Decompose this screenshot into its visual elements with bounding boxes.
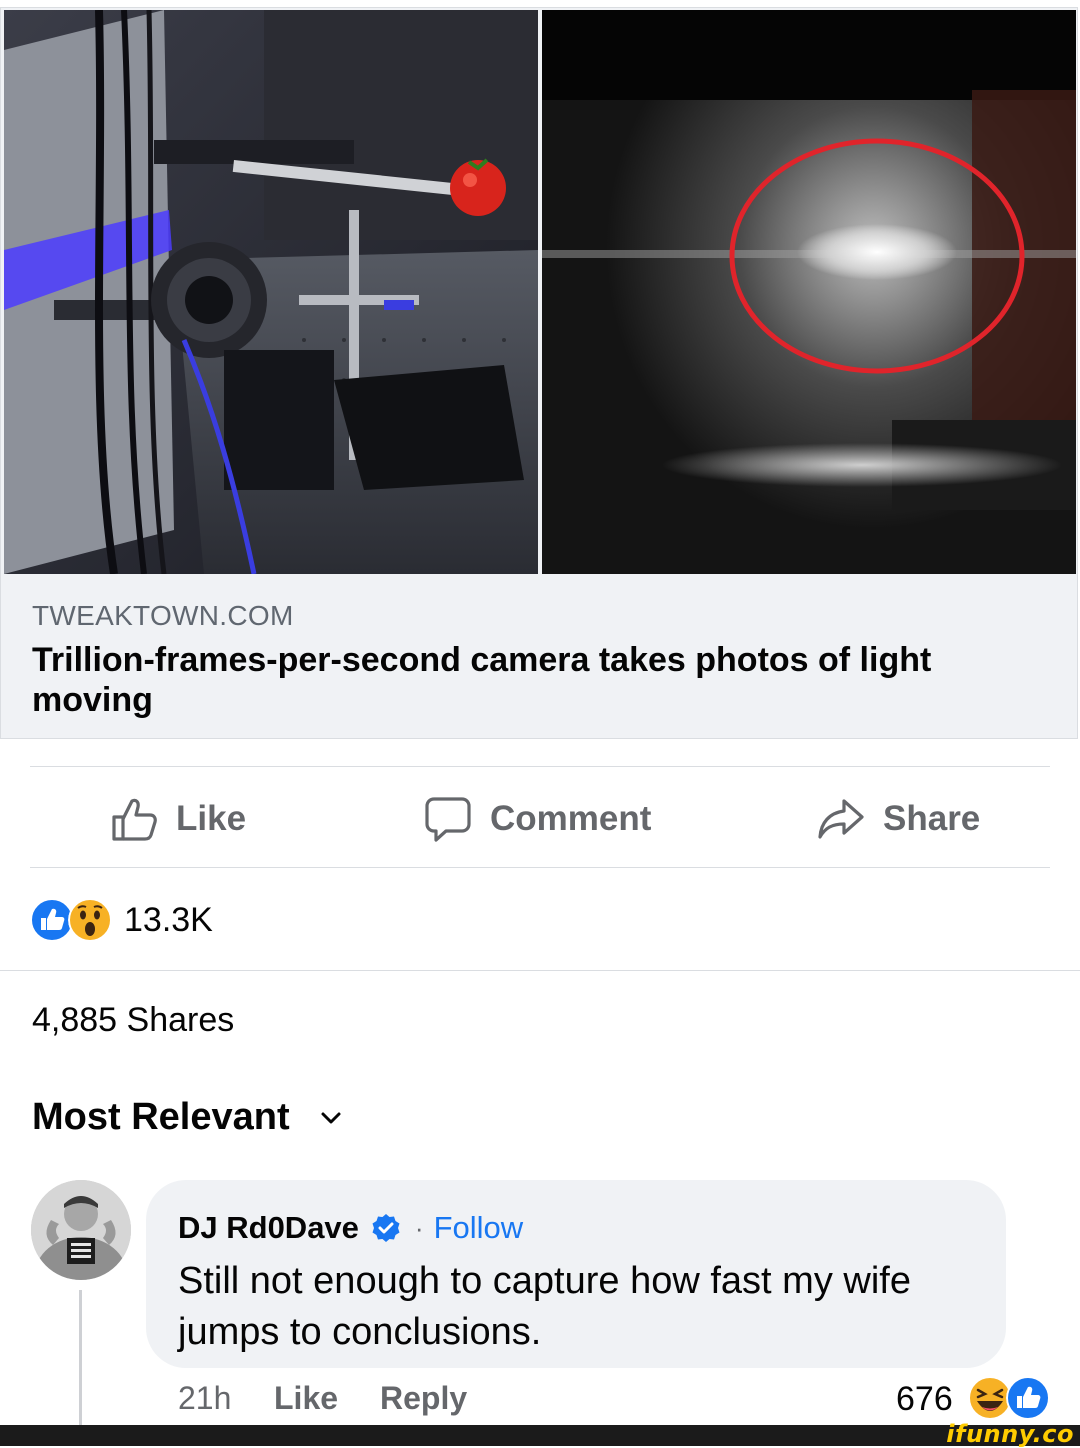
preview-meta: TWEAKTOWN.COM Trillion-frames-per-second…: [1, 574, 1077, 738]
comment-timestamp[interactable]: 21h: [178, 1380, 231, 1417]
share-count[interactable]: 4,885 Shares: [32, 1001, 234, 1040]
link-preview-card[interactable]: TWEAKTOWN.COM Trillion-frames-per-second…: [0, 7, 1078, 739]
watermark-bar: ifunny.co: [0, 1420, 1080, 1448]
share-arrow-icon: [818, 799, 864, 839]
comment-bubble-icon: [425, 797, 471, 842]
divider: [0, 970, 1080, 971]
watermark-logo: ifunny.co: [946, 1420, 1074, 1448]
share-label: Share: [883, 799, 981, 838]
comment-header: DJ Rd0Dave · Follow: [178, 1210, 523, 1246]
like-button[interactable]: Like: [110, 793, 246, 845]
preview-headline[interactable]: Trillion-frames-per-second camera takes …: [32, 640, 1022, 720]
separator-dot: ·: [414, 1212, 424, 1243]
divider: [30, 766, 1050, 767]
comment-reaction-count[interactable]: 676: [896, 1380, 953, 1419]
like-label: Like: [176, 799, 247, 838]
comment-button[interactable]: Comment: [424, 793, 651, 845]
preview-domain: TWEAKTOWN.COM: [32, 600, 294, 631]
sort-label: Most Relevant: [32, 1096, 290, 1138]
avatar[interactable]: [31, 1180, 131, 1280]
preview-image-right: [542, 10, 1076, 574]
reaction-summary[interactable]: 13.3K: [30, 896, 213, 944]
share-button[interactable]: Share: [817, 793, 980, 845]
comment-like-button[interactable]: Like: [274, 1380, 338, 1417]
divider: [30, 867, 1050, 868]
comment-sort-dropdown[interactable]: Most Relevant: [32, 1096, 342, 1139]
comment-label: Comment: [490, 799, 652, 838]
thread-line: [79, 1290, 82, 1430]
wow-reaction-icon: [68, 898, 112, 942]
comment-bubble: DJ Rd0Dave · Follow Still not enough to …: [146, 1180, 1006, 1368]
follow-button[interactable]: Follow: [434, 1210, 524, 1246]
comment-text: Still not enough to capture how fast my …: [178, 1260, 911, 1353]
reaction-count: 13.3K: [124, 900, 213, 939]
verified-badge-icon: [372, 1214, 400, 1242]
comment-author[interactable]: DJ Rd0Dave: [178, 1210, 359, 1246]
preview-image-left: [4, 10, 538, 574]
like-reaction-icon: [1006, 1376, 1050, 1420]
chevron-down-icon: [321, 1112, 341, 1123]
thumbs-up-icon: [112, 798, 157, 841]
comment-reply-button[interactable]: Reply: [380, 1380, 467, 1417]
